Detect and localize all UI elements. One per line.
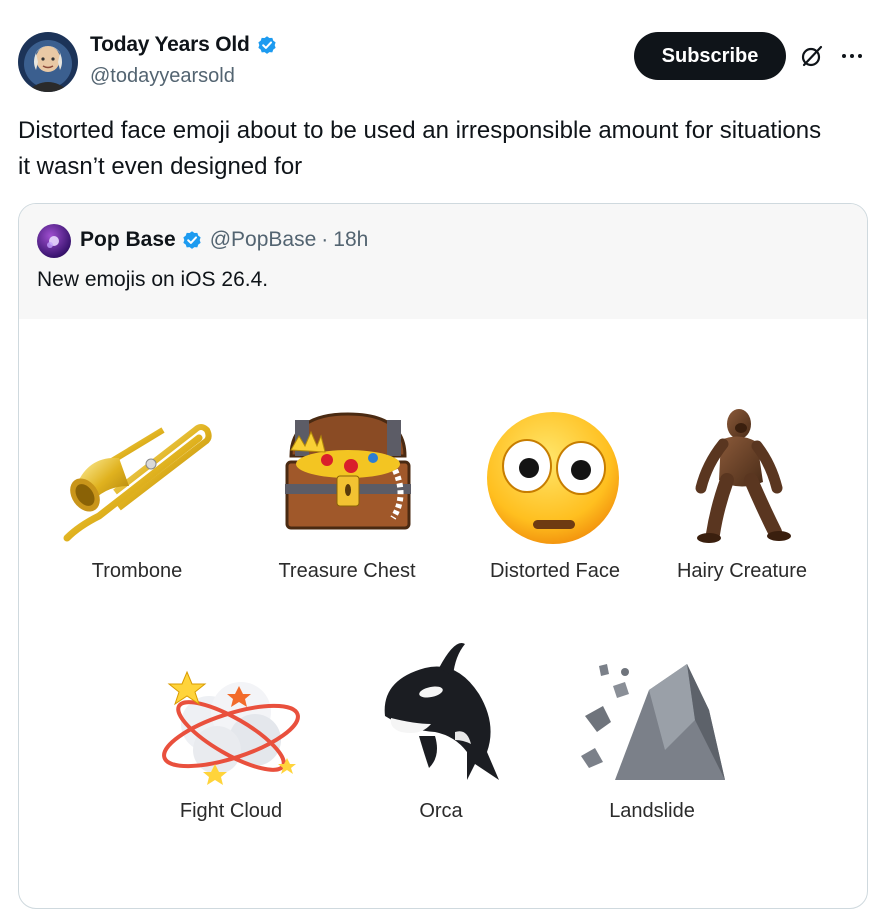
quote-display-name[interactable]: Pop Base <box>80 228 176 252</box>
author-handle[interactable]: @todayyearsold <box>90 65 235 88</box>
emoji-label: Distorted Face <box>489 560 621 582</box>
emoji-label: Landslide <box>609 800 695 822</box>
emoji-label: Fight Cloud <box>179 800 283 822</box>
quote-name-row: Pop Base @PopBase · 18h <box>80 228 368 252</box>
more-icon[interactable] <box>838 44 866 68</box>
quote-header: Pop Base @PopBase · 18h New emojis on iO… <box>19 204 867 319</box>
quote-handle[interactable]: @PopBase <box>210 228 317 252</box>
avatar[interactable] <box>18 32 78 92</box>
author-display-name[interactable]: Today Years Old <box>90 33 250 57</box>
separator-dot: · <box>321 228 329 251</box>
author-name-row: Today Years Old <box>90 33 278 57</box>
verified-badge-icon <box>181 229 203 251</box>
emoji-label: Treasure Chest <box>278 560 416 582</box>
trombone-icon <box>63 424 212 542</box>
quote-tweet-card[interactable]: Pop Base @PopBase · 18h New emojis on iO… <box>18 203 868 909</box>
subscribe-button[interactable]: Subscribe <box>634 32 786 80</box>
distorted-face-icon <box>487 412 619 544</box>
emoji-label: Trombone <box>91 560 183 582</box>
quote-text: New emojis on iOS 26.4. <box>37 268 269 291</box>
emoji-label: Orca <box>419 800 463 822</box>
orca-icon <box>384 643 499 780</box>
fight-cloud-icon <box>162 670 300 785</box>
landslide-icon <box>581 664 725 780</box>
quote-avatar[interactable] <box>37 224 71 258</box>
treasure-chest-icon <box>285 412 411 530</box>
tweet-text: Distorted face emoji about to be used an… <box>18 117 822 180</box>
avatar-image <box>18 32 78 92</box>
quote-timestamp[interactable]: 18h <box>333 228 368 252</box>
hairy-creature-icon <box>695 409 791 543</box>
emoji-label: Hairy Creature <box>676 560 808 582</box>
verified-badge-icon <box>256 34 278 56</box>
grok-icon[interactable] <box>800 44 824 68</box>
